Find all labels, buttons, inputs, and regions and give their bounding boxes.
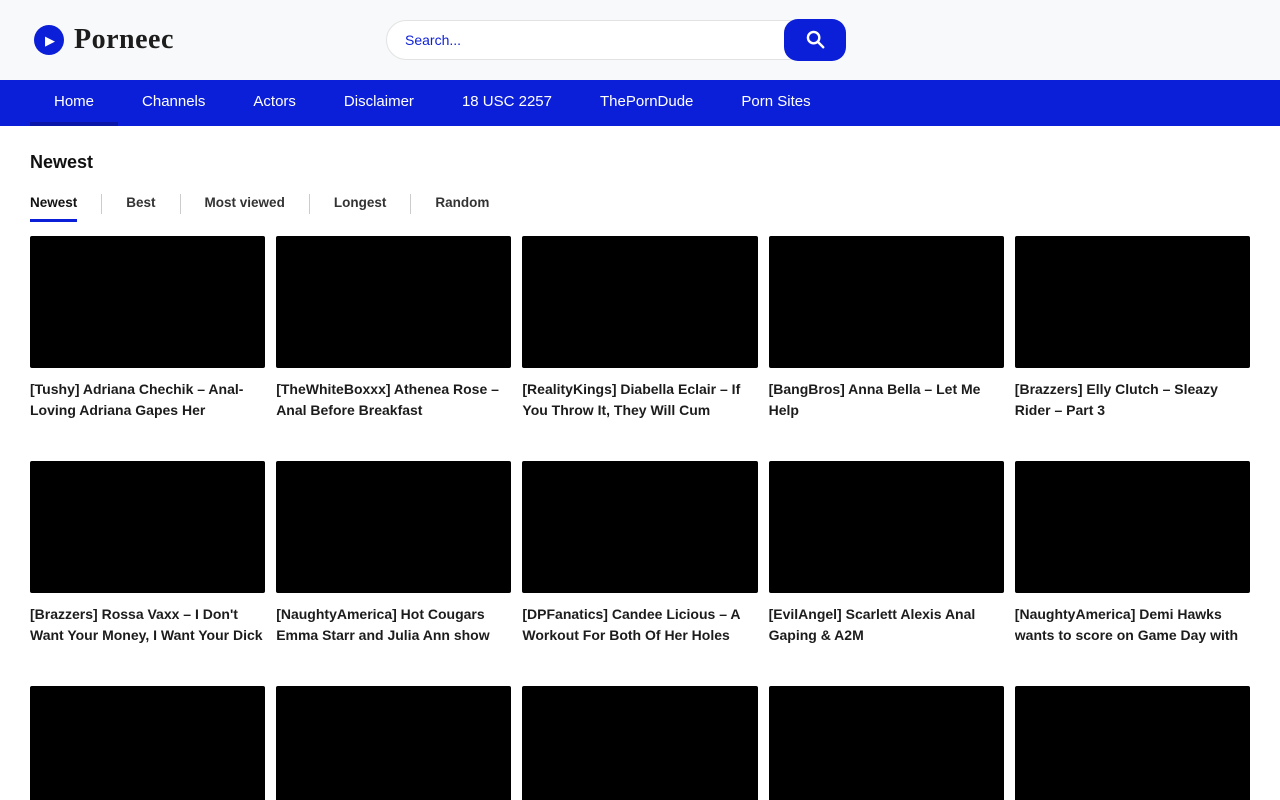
video-thumbnail[interactable] — [769, 686, 1004, 800]
search-bar — [386, 19, 846, 61]
video-card[interactable]: [Brazzers] Rossa Vaxx – I Don't Want You… — [30, 461, 265, 646]
tab-divider — [101, 194, 102, 214]
video-thumbnail[interactable] — [30, 461, 265, 593]
video-title[interactable]: [EvilAngel] Scarlett Alexis Anal Gaping … — [769, 604, 1004, 646]
nav-item-theporndude[interactable]: ThePornDude — [576, 80, 717, 126]
video-thumbnail[interactable] — [522, 236, 757, 368]
search-icon — [804, 28, 826, 53]
video-thumbnail[interactable] — [769, 461, 1004, 593]
video-thumbnail[interactable] — [30, 686, 265, 800]
video-title[interactable]: [BangBros] Anna Bella – Let Me Help — [769, 379, 1004, 421]
video-title[interactable]: [Brazzers] Elly Clutch – Sleazy Rider – … — [1015, 379, 1250, 421]
main-nav: Home Channels Actors Disclaimer 18 USC 2… — [0, 80, 1280, 126]
video-title[interactable]: [Tushy] Adriana Chechik – Anal-Loving Ad… — [30, 379, 265, 421]
video-card[interactable]: [BangBros] Anna Bella – Let Me Help — [769, 236, 1004, 421]
video-grid: [Tushy] Adriana Chechik – Anal-Loving Ad… — [30, 236, 1250, 800]
video-card[interactable]: [NaughtyAmerica] Demi Hawks wants to sco… — [1015, 461, 1250, 646]
tab-divider — [309, 194, 310, 214]
video-thumbnail[interactable] — [276, 686, 511, 800]
video-thumbnail[interactable] — [276, 236, 511, 368]
video-title[interactable]: [RealityKings] Diabella Eclair – If You … — [522, 379, 757, 421]
video-title[interactable]: [TheWhiteBoxxx] Athenea Rose – Anal Befo… — [276, 379, 511, 421]
tab-most-viewed[interactable]: Most viewed — [205, 191, 285, 222]
header: ▶ Porneec — [0, 0, 1280, 80]
nav-item-porn-sites[interactable]: Porn Sites — [717, 80, 834, 126]
nav-item-home[interactable]: Home — [30, 80, 118, 126]
video-thumbnail[interactable] — [769, 236, 1004, 368]
video-thumbnail[interactable] — [1015, 236, 1250, 368]
tab-divider — [410, 194, 411, 214]
video-card[interactable] — [769, 686, 1004, 800]
video-title[interactable]: [NaughtyAmerica] Demi Hawks wants to sco… — [1015, 604, 1250, 646]
video-title[interactable]: [DPFanatics] Candee Licious – A Workout … — [522, 604, 757, 646]
video-card[interactable]: [EvilAngel] Scarlett Alexis Anal Gaping … — [769, 461, 1004, 646]
video-thumbnail[interactable] — [522, 686, 757, 800]
video-thumbnail[interactable] — [276, 461, 511, 593]
nav-item-channels[interactable]: Channels — [118, 80, 229, 126]
video-thumbnail[interactable] — [522, 461, 757, 593]
tab-best[interactable]: Best — [126, 191, 155, 222]
tab-divider — [180, 194, 181, 214]
logo[interactable]: ▶ Porneec — [34, 24, 174, 56]
video-thumbnail[interactable] — [1015, 461, 1250, 593]
nav-item-actors[interactable]: Actors — [229, 80, 320, 126]
logo-text: Porneec — [74, 24, 174, 56]
tab-longest[interactable]: Longest — [334, 191, 387, 222]
video-title[interactable]: [NaughtyAmerica] Hot Cougars Emma Starr … — [276, 604, 511, 646]
main-content: Newest Newest Best Most viewed Longest R… — [0, 126, 1280, 800]
video-thumbnail[interactable] — [1015, 686, 1250, 800]
tab-newest[interactable]: Newest — [30, 191, 77, 222]
video-thumbnail[interactable] — [30, 236, 265, 368]
page-title: Newest — [30, 152, 1250, 173]
search-input[interactable] — [386, 20, 792, 60]
search-button[interactable] — [784, 19, 846, 61]
nav-item-disclaimer[interactable]: Disclaimer — [320, 80, 438, 126]
video-card[interactable]: [RealityKings] Diabella Eclair – If You … — [522, 236, 757, 421]
video-card[interactable] — [522, 686, 757, 800]
video-card[interactable] — [30, 686, 265, 800]
video-card[interactable]: [Tushy] Adriana Chechik – Anal-Loving Ad… — [30, 236, 265, 421]
video-card[interactable]: [TheWhiteBoxxx] Athenea Rose – Anal Befo… — [276, 236, 511, 421]
video-card[interactable]: [Brazzers] Elly Clutch – Sleazy Rider – … — [1015, 236, 1250, 421]
play-icon: ▶ — [34, 25, 64, 55]
sort-tabs: Newest Best Most viewed Longest Random — [30, 191, 1250, 222]
video-card[interactable]: [NaughtyAmerica] Hot Cougars Emma Starr … — [276, 461, 511, 646]
video-card[interactable] — [1015, 686, 1250, 800]
tab-random[interactable]: Random — [435, 191, 489, 222]
video-card[interactable]: [DPFanatics] Candee Licious – A Workout … — [522, 461, 757, 646]
video-title[interactable]: [Brazzers] Rossa Vaxx – I Don't Want You… — [30, 604, 265, 646]
nav-item-18usc2257[interactable]: 18 USC 2257 — [438, 80, 576, 126]
video-card[interactable] — [276, 686, 511, 800]
